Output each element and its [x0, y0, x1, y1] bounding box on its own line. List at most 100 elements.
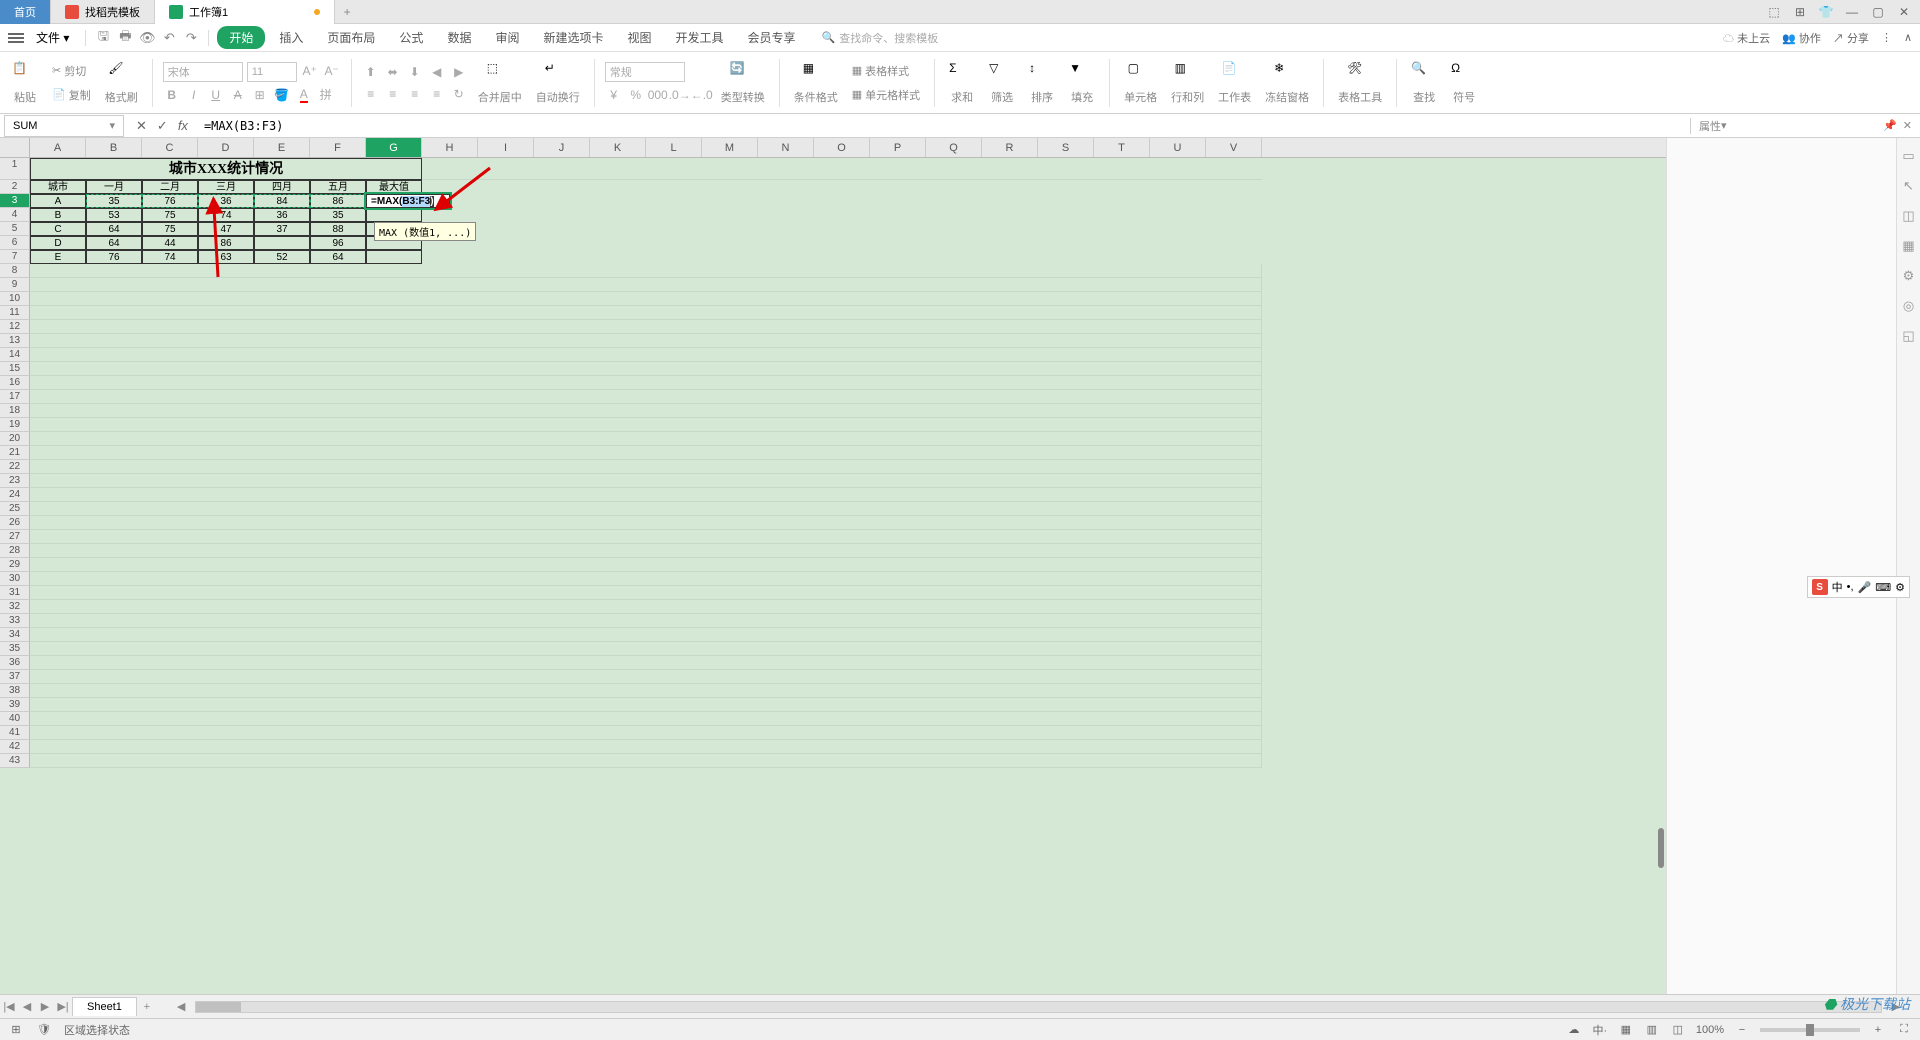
cut-button[interactable]: ✂ 剪切 — [48, 61, 95, 81]
row-header[interactable]: 26 — [0, 516, 30, 530]
vertical-scroll-handle[interactable] — [1658, 828, 1664, 868]
data-cell[interactable]: 64 — [310, 250, 366, 264]
data-cell[interactable]: 96 — [310, 236, 366, 250]
sheet-nav-next[interactable]: ▶ — [36, 1000, 54, 1013]
sheet-button[interactable]: 工作表 — [1218, 89, 1251, 105]
fullscreen-icon[interactable]: ⛶ — [1896, 1022, 1912, 1038]
data-cell[interactable]: 52 — [254, 250, 310, 264]
decrease-font-icon[interactable]: A⁻ — [323, 62, 341, 80]
data-cell[interactable]: 86 — [198, 236, 254, 250]
data-cell[interactable]: 35 — [310, 208, 366, 222]
dec-dec-icon[interactable]: ←.0 — [693, 86, 711, 104]
sheet-nav-last[interactable]: ▶| — [54, 1000, 72, 1013]
sum-icon[interactable]: Σ — [949, 61, 975, 87]
freeze-icon[interactable]: ❄ — [1274, 61, 1300, 87]
justify-icon[interactable]: ≡ — [428, 85, 446, 103]
data-cell[interactable]: 64 — [86, 236, 142, 250]
ime-keyboard-icon[interactable]: ⌨ — [1875, 581, 1891, 594]
row-header[interactable]: 8 — [0, 264, 30, 278]
view-page-icon[interactable]: ▥ — [1644, 1022, 1660, 1038]
copy-button[interactable]: 📄 复制 — [48, 85, 95, 105]
data-cell[interactable]: 84 — [254, 194, 310, 208]
row-header[interactable]: 33 — [0, 614, 30, 628]
menu-tab-view[interactable]: 视图 — [617, 25, 661, 50]
fill-color-icon[interactable]: 🪣 — [273, 86, 291, 104]
row-header[interactable]: 38 — [0, 684, 30, 698]
paste-button[interactable]: 粘贴 — [14, 89, 36, 105]
tab-add-button[interactable]: + — [335, 5, 359, 19]
sum-button[interactable]: 求和 — [951, 89, 973, 105]
backup-tool-icon[interactable]: ◱ — [1901, 328, 1917, 344]
col-header[interactable]: A — [30, 138, 86, 157]
preview-icon[interactable]: 👁 — [138, 29, 156, 47]
sheet-nav-prev[interactable]: ◀ — [18, 1000, 36, 1013]
data-cell[interactable]: 36 — [254, 208, 310, 222]
col-header[interactable]: N — [758, 138, 814, 157]
maximize-button[interactable]: ▢ — [1866, 2, 1890, 22]
formula-cancel-icon[interactable]: ✕ — [136, 118, 147, 134]
table-tools-button[interactable]: 表格工具 — [1338, 89, 1382, 105]
bold-icon[interactable]: B — [163, 86, 181, 104]
row-header[interactable]: 5 — [0, 222, 30, 236]
fill-icon[interactable]: ▼ — [1069, 61, 1095, 87]
data-cell[interactable]: A — [30, 194, 86, 208]
title-cell[interactable]: 城市XXX统计情况 — [30, 158, 422, 180]
data-cell[interactable]: 36 — [198, 194, 254, 208]
data-cell[interactable] — [366, 208, 422, 222]
col-header[interactable]: O — [814, 138, 870, 157]
cloud-status[interactable]: ☁ 未上云 — [1723, 30, 1770, 46]
row-header[interactable]: 4 — [0, 208, 30, 222]
header-cell[interactable]: 最大值 — [366, 180, 422, 194]
status-cloud-icon[interactable]: ☁ — [1566, 1022, 1582, 1038]
indent-inc-icon[interactable]: ▶ — [450, 63, 468, 81]
row-header[interactable]: 11 — [0, 306, 30, 320]
row-header[interactable]: 10 — [0, 292, 30, 306]
row-header[interactable]: 19 — [0, 418, 30, 432]
collapse-ribbon-icon[interactable]: ∧ — [1904, 31, 1912, 44]
hamburger-icon[interactable] — [8, 33, 24, 43]
settings-tool-icon[interactable]: ⚙ — [1901, 268, 1917, 284]
row-header[interactable]: 22 — [0, 460, 30, 474]
menu-tab-layout[interactable]: 页面布局 — [317, 25, 385, 50]
fill-button[interactable]: 填充 — [1071, 89, 1093, 105]
tab-templates[interactable]: 找稻壳模板 — [51, 0, 155, 24]
zoom-out-icon[interactable]: − — [1734, 1022, 1750, 1038]
row-header[interactable]: 39 — [0, 698, 30, 712]
col-header[interactable]: P — [870, 138, 926, 157]
cond-format-button[interactable]: 条件格式 — [794, 89, 838, 105]
col-header[interactable]: R — [982, 138, 1038, 157]
header-cell[interactable]: 三月 — [198, 180, 254, 194]
symbol-icon[interactable]: Ω — [1451, 61, 1477, 87]
scroll-left-icon[interactable]: ◀ — [177, 1000, 185, 1013]
view-normal-icon[interactable]: ▦ — [1618, 1022, 1634, 1038]
data-cell[interactable]: 64 — [86, 222, 142, 236]
row-header[interactable]: 3 — [0, 194, 30, 208]
data-cell[interactable]: 75 — [142, 222, 198, 236]
menu-tab-review[interactable]: 审阅 — [485, 25, 529, 50]
row-header[interactable]: 32 — [0, 600, 30, 614]
status-zoom-icon[interactable]: 中· — [1592, 1022, 1608, 1038]
header-cell[interactable]: 一月 — [86, 180, 142, 194]
status-mode-icon[interactable]: ⊞ — [8, 1022, 24, 1038]
data-cell[interactable]: 86 — [310, 194, 366, 208]
share-button[interactable]: ↗ 分享 — [1833, 30, 1869, 46]
editing-cell[interactable]: =MAX(B3:F3) — [366, 194, 450, 208]
cond-format-icon[interactable]: ▦ — [803, 61, 829, 87]
col-header[interactable]: M — [702, 138, 758, 157]
row-header[interactable]: 31 — [0, 586, 30, 600]
zoom-slider[interactable] — [1760, 1028, 1860, 1032]
header-cell[interactable]: 四月 — [254, 180, 310, 194]
rowcol-button[interactable]: 行和列 — [1171, 89, 1204, 105]
font-name-input[interactable] — [163, 62, 243, 82]
name-box[interactable]: SUM▾ — [4, 115, 124, 137]
paste-icon[interactable]: 📋 — [12, 61, 38, 87]
more-menu[interactable]: ⋮ — [1881, 31, 1892, 44]
menu-tab-data[interactable]: 数据 — [437, 25, 481, 50]
ime-logo-icon[interactable]: S — [1812, 579, 1828, 595]
header-cell[interactable]: 二月 — [142, 180, 198, 194]
data-cell[interactable]: 75 — [142, 208, 198, 222]
align-right-icon[interactable]: ≡ — [406, 85, 424, 103]
table-style-button[interactable]: ▦ 表格样式 — [848, 61, 924, 81]
collab-button[interactable]: 👥 协作 — [1782, 30, 1821, 46]
col-header[interactable]: Q — [926, 138, 982, 157]
